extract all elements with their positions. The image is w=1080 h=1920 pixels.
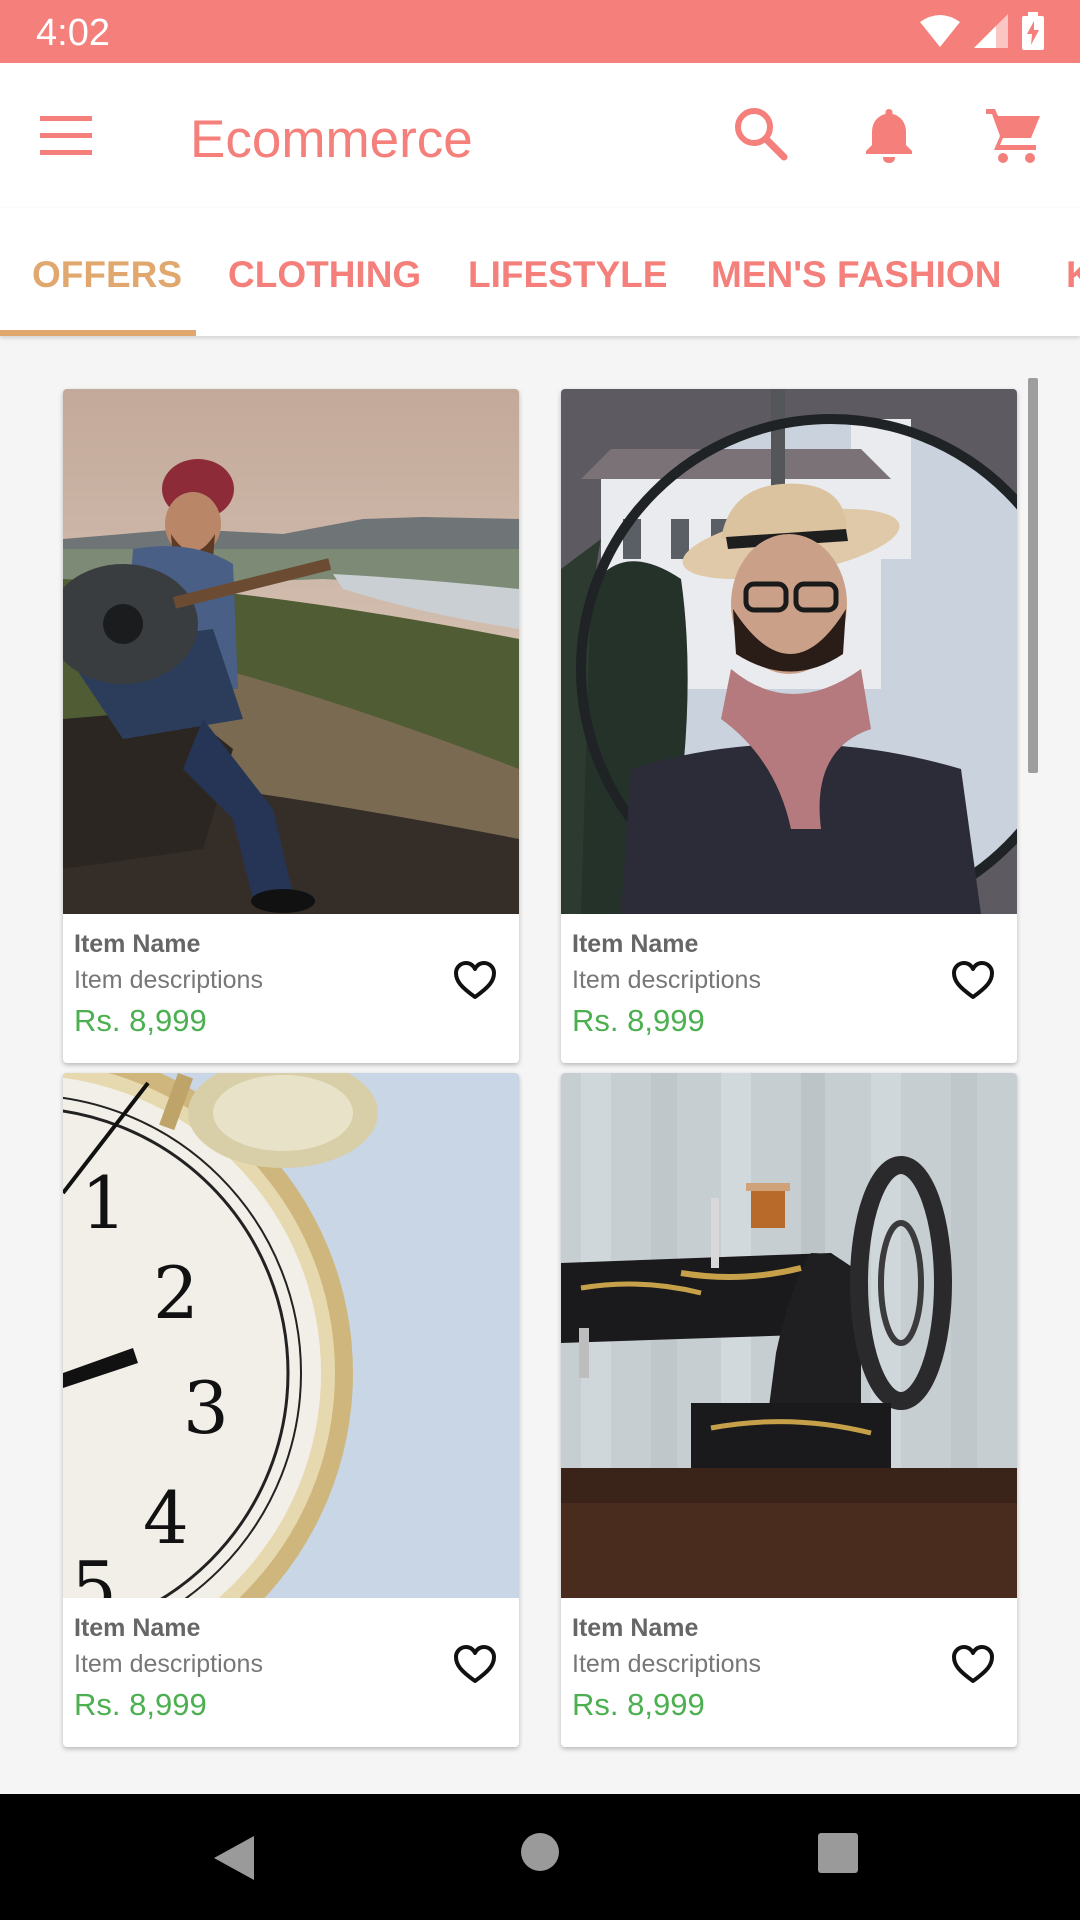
wifi-icon	[920, 15, 960, 47]
item-description: Item descriptions	[572, 966, 761, 994]
item-price: Rs. 8,999	[572, 1003, 705, 1038]
item-price: Rs. 8,999	[74, 1003, 207, 1038]
item-price: Rs. 8,999	[572, 1687, 705, 1722]
item-description: Item descriptions	[74, 966, 263, 994]
product-card[interactable]: Item Name Item descriptions Rs. 8,999	[63, 389, 519, 1063]
svg-text:3: 3	[183, 1366, 229, 1450]
app-bar: Ecommerce	[0, 63, 1080, 208]
app-title: Ecommerce	[190, 110, 473, 169]
item-name: Item Name	[572, 930, 699, 958]
item-name: Item Name	[74, 1614, 201, 1642]
home-circle-icon	[521, 1833, 559, 1871]
favorite-button[interactable]	[951, 1645, 995, 1685]
item-description: Item descriptions	[572, 1650, 761, 1678]
heart-outline-icon	[952, 961, 994, 999]
tab-mens-fashion[interactable]: MEN'S FASHION	[711, 254, 1001, 296]
item-description: Item descriptions	[74, 1650, 263, 1678]
recents-square-icon	[818, 1833, 858, 1873]
search-button[interactable]	[730, 103, 794, 167]
favorite-button[interactable]	[453, 961, 497, 1001]
status-bar: 4:02	[0, 0, 1080, 63]
back-triangle-icon	[214, 1836, 254, 1880]
category-tabs: OFFERS CLOTHING LIFESTYLE MEN'S FASHION …	[0, 208, 1080, 336]
battery-charging-icon	[1022, 12, 1044, 50]
scrollbar[interactable]	[1028, 378, 1038, 773]
heart-outline-icon	[454, 1645, 496, 1683]
system-navigation-bar	[0, 1794, 1080, 1920]
product-card[interactable]: Item Name Item descriptions Rs. 8,999	[561, 389, 1017, 1063]
product-card[interactable]: Item Name Item descriptions Rs. 8,999	[561, 1073, 1017, 1747]
svg-text:1: 1	[81, 1161, 127, 1245]
item-price: Rs. 8,999	[74, 1687, 207, 1722]
shopping-cart-icon	[986, 109, 1040, 163]
product-image-sewing-machine	[561, 1073, 1017, 1598]
notifications-button[interactable]	[857, 103, 921, 167]
favorite-button[interactable]	[453, 1645, 497, 1685]
svg-text:4: 4	[143, 1476, 189, 1560]
product-image-hat-man	[561, 389, 1017, 914]
tab-lifestyle[interactable]: LIFESTYLE	[468, 254, 667, 296]
heart-outline-icon	[454, 961, 496, 999]
back-button[interactable]	[212, 1834, 256, 1887]
status-time: 4:02	[36, 12, 110, 54]
tab-partial[interactable]: K	[1066, 254, 1080, 296]
tab-offers[interactable]: OFFERS	[32, 254, 182, 296]
favorite-button[interactable]	[951, 961, 995, 1001]
search-icon	[735, 108, 788, 161]
signal-icon	[974, 14, 1008, 48]
item-name: Item Name	[572, 1614, 699, 1642]
bell-icon	[866, 109, 912, 163]
svg-text:2: 2	[153, 1251, 199, 1335]
recents-button[interactable]	[818, 1833, 858, 1878]
tab-indicator	[0, 330, 196, 336]
cart-button[interactable]	[982, 103, 1046, 167]
svg-text:5: 5	[71, 1546, 117, 1598]
item-name: Item Name	[74, 930, 201, 958]
product-card[interactable]: 1 2 3 4 5 Item Name Item descriptions Rs…	[63, 1073, 519, 1747]
heart-outline-icon	[952, 1645, 994, 1683]
product-image-guitar	[63, 389, 519, 914]
status-icons	[920, 12, 1044, 50]
home-button[interactable]	[520, 1832, 560, 1877]
product-image-alarm-clock: 1 2 3 4 5	[63, 1073, 519, 1598]
menu-button[interactable]	[40, 108, 106, 164]
hamburger-menu-icon	[40, 116, 92, 155]
tab-clothing[interactable]: CLOTHING	[228, 254, 421, 296]
